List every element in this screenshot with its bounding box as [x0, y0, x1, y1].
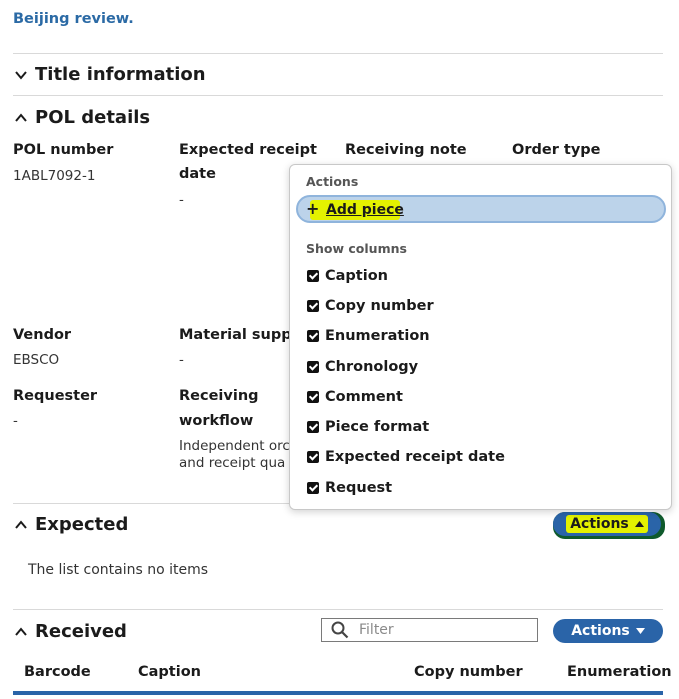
empty-message: The list contains no items	[28, 562, 209, 578]
expected-receipt-label: Expected receipt	[179, 142, 317, 158]
column-toggle-label: Request	[325, 480, 393, 496]
section-title: Received	[35, 621, 127, 642]
filter-input[interactable]	[357, 621, 531, 639]
received-actions-button[interactable]: Actions	[553, 619, 663, 643]
column-header-caption[interactable]: Caption	[138, 664, 201, 680]
column-header-enumeration[interactable]: Enumeration	[567, 664, 672, 680]
column-toggle-chronology[interactable]: Chronology	[307, 359, 418, 375]
material-supplier-value: -	[179, 352, 184, 368]
column-toggle-comment[interactable]: Comment	[307, 389, 403, 405]
column-header-copy-number[interactable]: Copy number	[414, 664, 523, 680]
expected-actions-button[interactable]: Actions	[553, 512, 661, 536]
divider	[13, 609, 663, 610]
section-title: POL details	[35, 107, 151, 128]
requester-value: -	[13, 413, 18, 429]
menu-heading-show-columns: Show columns	[306, 241, 407, 256]
column-toggle-label: Enumeration	[325, 328, 430, 344]
column-toggle-caption[interactable]: Caption	[307, 268, 388, 284]
checkbox-checked-icon[interactable]	[307, 391, 319, 403]
column-toggle-piece-format[interactable]: Piece format	[307, 419, 429, 435]
receiving-note-label: Receiving note	[345, 142, 467, 158]
divider	[13, 95, 663, 96]
column-toggle-label: Copy number	[325, 298, 434, 314]
requester-label: Requester	[13, 388, 98, 404]
chevron-up-icon	[15, 519, 27, 529]
column-toggle-label: Chronology	[325, 359, 419, 375]
pol-number-link[interactable]: 1ABL7092-1	[13, 168, 95, 184]
pol-number-label: POL number	[13, 142, 114, 158]
checkbox-checked-icon[interactable]	[307, 482, 319, 494]
vendor-label: Vendor	[13, 327, 72, 343]
expected-receipt-label-2: date	[179, 166, 216, 182]
accordion-title-information[interactable]: Title information	[13, 64, 206, 85]
chevron-down-icon	[15, 70, 27, 80]
column-toggle-enumeration[interactable]: Enumeration	[307, 328, 430, 344]
column-toggle-copy-number[interactable]: Copy number	[307, 298, 434, 314]
receiving-workflow-label-2: workflow	[179, 413, 254, 429]
vendor-value: EBSCO	[13, 352, 60, 368]
order-type-label: Order type	[512, 142, 601, 158]
button-label: Actions	[571, 623, 630, 639]
section-title: Title information	[35, 64, 206, 85]
receiving-workflow-label: Receiving	[179, 388, 259, 404]
column-header-barcode[interactable]: Barcode	[24, 664, 91, 680]
menu-heading-actions: Actions	[306, 174, 359, 189]
expected-receipt-value: -	[179, 192, 184, 208]
table-header-rule	[13, 691, 663, 695]
accordion-received[interactable]: Received	[13, 621, 127, 642]
caret-down-icon	[635, 628, 645, 634]
filter-field[interactable]	[321, 618, 538, 642]
add-piece-label: Add piece	[326, 202, 404, 218]
checkbox-checked-icon[interactable]	[307, 451, 319, 463]
accordion-pol-details[interactable]: POL details	[13, 107, 150, 128]
checkbox-checked-icon[interactable]	[307, 330, 319, 342]
column-toggle-label: Expected receipt date	[325, 449, 505, 465]
checkbox-checked-icon[interactable]	[307, 421, 319, 433]
material-supplier-label: Material suppl	[179, 327, 297, 343]
divider	[13, 53, 663, 54]
column-toggle-request[interactable]: Request	[307, 480, 392, 496]
title-link[interactable]: Beijing review.	[13, 11, 134, 27]
receiving-workflow-value: Independent orc	[179, 438, 290, 454]
add-piece-button[interactable]: + Add piece	[296, 195, 666, 223]
column-toggle-label: Comment	[325, 389, 403, 405]
checkbox-checked-icon[interactable]	[307, 270, 319, 282]
caret-up-icon	[634, 521, 644, 527]
plus-icon: +	[306, 199, 320, 218]
section-title: Expected	[35, 514, 129, 535]
actions-dropdown-menu: Actions + Add piece Show columns Caption…	[289, 164, 672, 510]
column-toggle-expected-receipt-date[interactable]: Expected receipt date	[307, 449, 505, 465]
accordion-expected[interactable]: Expected	[13, 514, 128, 535]
checkbox-checked-icon[interactable]	[307, 300, 319, 312]
chevron-up-icon	[15, 112, 27, 122]
column-toggle-label: Piece format	[325, 419, 430, 435]
search-icon	[331, 621, 349, 639]
checkbox-checked-icon[interactable]	[307, 361, 319, 373]
column-toggle-label: Caption	[325, 268, 388, 284]
chevron-up-icon	[15, 626, 27, 636]
button-label: Actions	[570, 516, 629, 532]
receiving-workflow-value-2: and receipt qua	[179, 455, 286, 471]
